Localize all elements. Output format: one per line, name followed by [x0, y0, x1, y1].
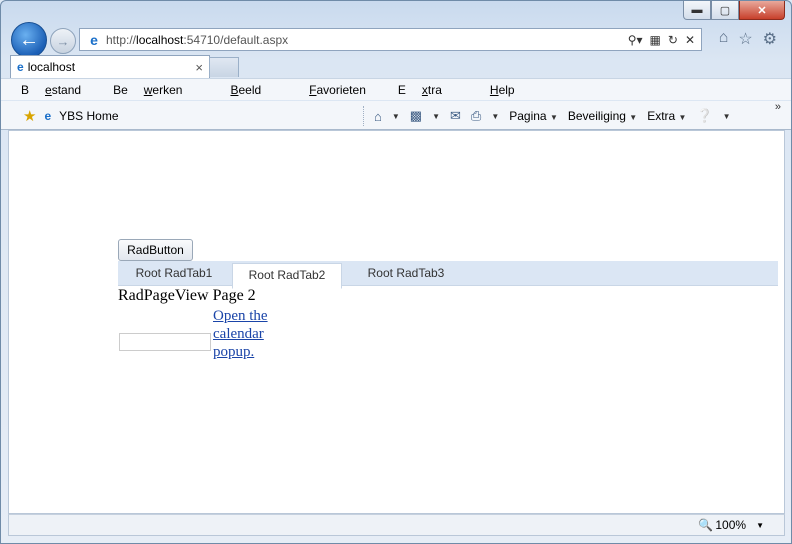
url-text[interactable]: http://localhost:54710/default.aspx: [106, 33, 288, 47]
gear-icon[interactable]: ⚙: [763, 29, 777, 49]
menu-bar: Bestand Be werken Beeld Favorieten Extra Help: [1, 78, 791, 100]
home-icon[interactable]: ⌂: [719, 29, 729, 49]
home-icon[interactable]: ⌂: [374, 109, 382, 124]
home-dropdown-icon[interactable]: ▼: [392, 112, 400, 121]
zoom-control[interactable]: 🔍 100% ▼: [698, 518, 764, 532]
ie-page-icon: e: [90, 31, 98, 48]
browser-tab[interactable]: e localhost ×: [10, 55, 210, 78]
radbutton[interactable]: RadButton: [118, 239, 193, 261]
address-tools: ⚲▾ ▦ ↻ ✕: [628, 33, 695, 47]
url-prefix: http://: [106, 32, 137, 47]
help-icon[interactable]: ❔: [696, 108, 712, 124]
command-buttons: ⌂ ▼ ▩ ▼ ✉ ⎙ ▼ Pagina ▼ Beveiliging ▼ Extra …: [363, 106, 731, 126]
feed-dropdown-icon[interactable]: ▼: [432, 112, 440, 121]
window-controls: ▬ ▢ ✕: [683, 1, 785, 20]
zoom-level: 100%: [715, 518, 747, 532]
pagina-menu[interactable]: Pagina ▼: [509, 109, 558, 123]
print-dropdown-icon[interactable]: ▼: [491, 112, 499, 121]
extra-menu[interactable]: Extra ▼: [647, 109, 686, 123]
menu-item-beeld[interactable]: Beeld: [214, 83, 277, 97]
address-bar[interactable]: e http://localhost:54710/default.aspx ⚲▾…: [79, 28, 702, 51]
ie-favorite-icon: e: [44, 109, 52, 123]
chevron-more-icon[interactable]: »: [775, 101, 781, 113]
mail-icon[interactable]: ✉: [450, 108, 461, 124]
new-tab-button[interactable]: [209, 57, 239, 77]
refresh-icon[interactable]: ↻: [668, 33, 678, 47]
tab-root-radtab1[interactable]: Root RadTab1: [128, 261, 220, 285]
print-icon[interactable]: ⎙: [471, 108, 481, 124]
close-window-button[interactable]: ✕: [739, 1, 785, 20]
menu-item-bewerken[interactable]: Be werken: [113, 83, 198, 97]
browser-window: ▬ ▢ ✕ ← → e http://localhost:54710/defau…: [0, 0, 792, 544]
zoom-icon: 🔍: [698, 518, 714, 532]
arrow-left-icon: ←: [19, 28, 39, 51]
status-bar: 🔍 100% ▼: [8, 514, 785, 536]
favorite-ybs-home[interactable]: YBS Home: [59, 109, 118, 123]
minimize-button[interactable]: ▬: [683, 1, 711, 20]
date-input[interactable]: [119, 333, 211, 351]
open-calendar-link[interactable]: Open the calendar popup.: [213, 307, 273, 361]
compat-icon[interactable]: ▦: [650, 33, 661, 47]
menu-item-extra[interactable]: Extra: [398, 83, 458, 97]
rad-tabstrip: Root RadTab1 Root RadTab2 Root RadTab3: [118, 261, 778, 289]
search-icon[interactable]: ⚲▾: [628, 33, 643, 47]
page-content: RadButton Root RadTab1 Root RadTab2 Root…: [8, 130, 785, 514]
forward-button[interactable]: →: [50, 28, 76, 54]
favorites-star-icon[interactable]: ☆: [738, 29, 752, 49]
favorites-add-icon[interactable]: ★: [23, 107, 36, 125]
menu-item-help[interactable]: Help: [474, 83, 531, 97]
back-button[interactable]: ←: [11, 22, 47, 58]
stop-icon[interactable]: ✕: [685, 33, 695, 47]
menu-item-favorieten[interactable]: Favorieten: [293, 83, 382, 97]
menu-item-bestand[interactable]: Bestand: [21, 83, 97, 97]
command-bar: ★ e YBS Home ⌂ ▼ ▩ ▼ ✉ ⎙ ▼ Pagina ▼ Beveili…: [1, 101, 791, 130]
beveiliging-menu[interactable]: Beveiliging ▼: [568, 109, 637, 123]
browser-toolbar-icons: ⌂ ☆ ⚙: [719, 29, 777, 49]
maximize-button[interactable]: ▢: [711, 1, 739, 20]
favorites-bar: ★ e YBS Home: [23, 107, 119, 125]
help-dropdown-icon[interactable]: ▼: [723, 112, 731, 121]
rss-feed-icon[interactable]: ▩: [410, 108, 422, 124]
arrow-right-icon: →: [56, 33, 70, 49]
pageview-text: RadPageView Page 2: [118, 287, 256, 304]
tab-title: localhost: [27, 60, 76, 74]
tab-root-radtab3[interactable]: Root RadTab3: [354, 261, 458, 285]
ie-tab-icon: e: [17, 60, 24, 74]
tab-root-radtab2[interactable]: Root RadTab2: [232, 263, 342, 289]
url-rest: :54710/default.aspx: [183, 32, 289, 47]
zoom-dropdown-icon[interactable]: ▼: [756, 521, 764, 530]
url-host: localhost: [136, 32, 184, 47]
close-tab-icon[interactable]: ×: [195, 60, 203, 75]
